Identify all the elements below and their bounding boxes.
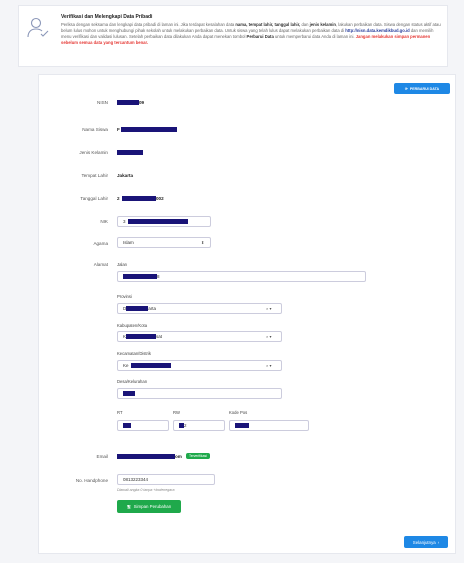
handphone-hint: Diawali angka 0 tanpa +kodenegara — [117, 488, 175, 492]
chevron-right-icon: › — [437, 539, 440, 545]
verified-badge: Terverifikasi — [186, 453, 210, 459]
kode-pos-label: Kode Pos — [229, 410, 248, 415]
next-button[interactable]: Selanjutnya › — [404, 536, 448, 548]
tanggal-lahir-label: Tanggal Lahir — [80, 196, 108, 201]
kabupaten-redaction — [126, 334, 157, 339]
update-data-button[interactable]: ⟳ PERBARUI DATA — [394, 83, 450, 94]
handphone-label: No. Handphone — [75, 478, 108, 483]
clear-icon[interactable]: × ▾ — [266, 334, 271, 339]
email-redaction — [117, 454, 175, 459]
user-check-icon — [27, 17, 49, 38]
desa-redaction — [123, 391, 135, 396]
kecamatan-redaction — [130, 363, 171, 368]
agama-select[interactable]: Islam — [117, 237, 211, 248]
kode-pos-input[interactable] — [229, 420, 309, 431]
provinsi-label: Provinsi — [117, 294, 132, 299]
provinsi-select[interactable]: D arta — [117, 303, 282, 314]
kecamatan-label: Kecamatan/Distrik — [117, 351, 151, 356]
handphone-input[interactable]: 0813223344 — [117, 474, 215, 485]
rt-input[interactable] — [117, 420, 169, 431]
nisn-label: NISN — [97, 100, 108, 105]
nisn-link[interactable]: http://nisn.data.kemdikbud.go.id — [345, 28, 409, 33]
kabupaten-select[interactable]: K sat — [117, 331, 282, 342]
jenis-kelamin-redaction — [117, 150, 143, 155]
provinsi-redaction — [126, 306, 149, 311]
kabupaten-label: Kabupaten/Kota — [117, 323, 148, 328]
rt-redaction — [123, 423, 131, 428]
save-button[interactable]: 🖫 Simpan Perubahan — [117, 500, 181, 513]
nik-input[interactable]: 3 — [117, 216, 211, 227]
kode-pos-redaction — [235, 423, 249, 428]
notice-title: Verifikasi dan Melengkapi Data Pribadi — [61, 14, 153, 20]
nik-redaction — [127, 219, 188, 224]
nisn-redaction — [117, 100, 139, 105]
nama-label: Nama Siswa — [82, 127, 108, 132]
notice-card: Verifikasi dan Melengkapi Data Pribadi P… — [18, 5, 448, 67]
rt-label: RT — [117, 410, 123, 415]
nisn-value: 09 — [139, 100, 145, 105]
jalan-label: Jalan — [117, 262, 128, 267]
rw-label: RW — [173, 410, 180, 415]
tempat-lahir-label: Tempat Lahir — [81, 173, 108, 178]
tempat-lahir-value: Jakarta — [117, 173, 134, 178]
refresh-icon: ⟳ — [404, 86, 408, 91]
rw-input[interactable]: 2 — [173, 420, 225, 431]
agama-label: Agama — [93, 241, 108, 246]
notice-body: Periksa dengan seksama dan lengkapi data… — [61, 22, 441, 45]
kecamatan-select[interactable]: Ke — [117, 360, 282, 371]
desa-input[interactable] — [117, 388, 282, 399]
jalan-input[interactable]: 8 — [117, 271, 366, 282]
tanggal-lahir-suffix: 002 — [156, 196, 164, 201]
jalan-redaction — [123, 274, 157, 279]
email-label: Email — [96, 454, 109, 459]
chevron-updown-icon: ⬍ — [201, 240, 205, 245]
desa-label: Desa/Kelurahan — [117, 379, 148, 384]
save-icon: 🖫 — [126, 503, 131, 509]
email-value: om — [175, 454, 182, 459]
nik-label: NIK — [100, 219, 108, 224]
tanggal-lahir-redaction — [122, 196, 156, 201]
nama-redaction — [121, 127, 177, 132]
nama-value: F — [117, 127, 120, 132]
jenis-kelamin-label: Jenis Kelamin — [79, 150, 108, 155]
tanggal-lahir-prefix: 2 — [117, 196, 120, 201]
clear-icon[interactable]: × ▾ — [266, 363, 271, 368]
alamat-label: Alamat — [93, 262, 108, 267]
clear-icon[interactable]: × ▾ — [266, 306, 271, 311]
